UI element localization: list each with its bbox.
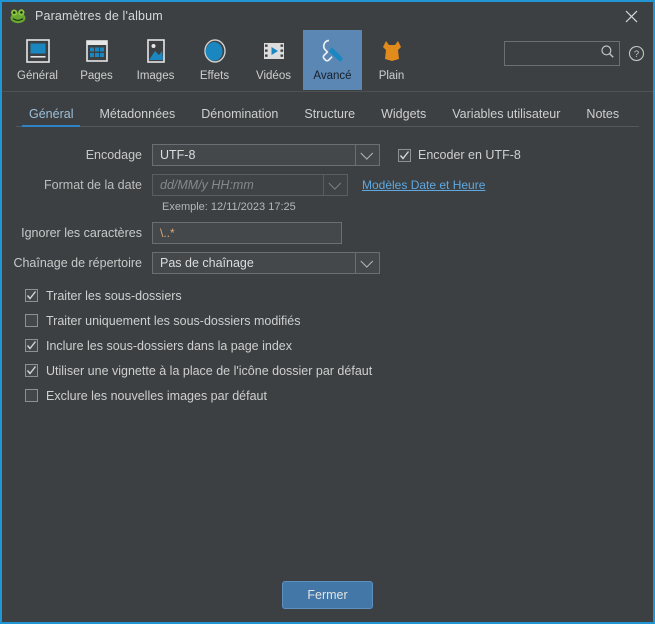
date-time-templates-link[interactable]: Modèles Date et Heure xyxy=(362,178,485,192)
checkbox-inclure-sous-dossiers-index[interactable]: Inclure les sous-dossiers dans la page i… xyxy=(25,333,653,358)
chevron-down-icon[interactable] xyxy=(355,253,379,273)
toolbar-item-label: Images xyxy=(136,70,175,82)
directory-chaining-row: Chaînage de répertoire Pas de chaînage xyxy=(2,252,653,274)
videos-icon xyxy=(259,35,289,67)
toolbar-item-videos[interactable]: Vidéos xyxy=(244,30,303,90)
chevron-down-icon[interactable] xyxy=(323,175,347,195)
ignore-chars-row: Ignorer les caractères \..* xyxy=(2,222,653,244)
tab-denomination[interactable]: Dénomination xyxy=(188,107,291,127)
tab-widgets[interactable]: Widgets xyxy=(368,107,439,127)
toolbar-item-label: Général xyxy=(17,70,58,82)
date-format-example: Exemple: 12/11/2023 17:25 xyxy=(162,201,296,213)
tab-metadonnees[interactable]: Métadonnées xyxy=(86,107,188,127)
checkbox-traiter-sous-dossiers[interactable]: Traiter les sous-dossiers xyxy=(25,283,653,308)
ignore-chars-label: Ignorer les caractères xyxy=(21,226,142,240)
search-input[interactable] xyxy=(511,47,600,60)
search-icon[interactable] xyxy=(600,44,615,64)
checkbox-box[interactable] xyxy=(25,289,38,302)
checkbox-box[interactable] xyxy=(25,314,38,327)
date-format-placeholder: dd/MM/y HH:mm xyxy=(160,178,254,192)
toolbar-item-pages[interactable]: Pages xyxy=(67,30,126,90)
checkbox-label: Inclure les sous-dossiers dans la page i… xyxy=(46,338,292,353)
date-format-label: Format de la date xyxy=(44,178,142,192)
wrench-icon xyxy=(318,35,348,67)
toolbar-item-plain[interactable]: Plain xyxy=(362,30,421,90)
main-toolbar: Général Pages Images Effets Vidéos Avanc… xyxy=(2,30,653,92)
checkbox-exclure-nouvelles-images[interactable]: Exclure les nouvelles images par défaut xyxy=(25,383,653,408)
close-icon[interactable] xyxy=(609,2,653,30)
checkbox-box[interactable] xyxy=(25,364,38,377)
settings-content-panel: Encodage UTF-8 Encoder en UTF-8 Format d… xyxy=(2,127,653,568)
checkbox-label: Traiter les sous-dossiers xyxy=(46,288,182,303)
dialog-footer: Fermer xyxy=(2,568,653,622)
encoding-label: Encodage xyxy=(85,148,142,162)
ignore-chars-input[interactable]: \..* xyxy=(152,222,342,244)
general-icon xyxy=(23,35,53,67)
toolbar-right-group: ? xyxy=(504,41,645,66)
checkbox-label: Encoder en UTF-8 xyxy=(418,148,521,162)
toolbar-item-label: Vidéos xyxy=(256,70,291,82)
close-button[interactable]: Fermer xyxy=(282,581,373,609)
search-box[interactable] xyxy=(504,41,620,66)
chevron-down-icon[interactable] xyxy=(355,145,379,165)
toolbar-item-label: Pages xyxy=(80,70,113,82)
svg-text:?: ? xyxy=(634,49,639,60)
toolbar-item-general[interactable]: Général xyxy=(8,30,67,90)
effects-icon xyxy=(200,35,230,67)
tab-structure[interactable]: Structure xyxy=(291,107,368,127)
encoding-value: UTF-8 xyxy=(160,148,196,162)
help-icon[interactable]: ? xyxy=(628,45,645,62)
toolbar-item-effects[interactable]: Effets xyxy=(185,30,244,90)
encode-utf8-checkbox[interactable]: Encoder en UTF-8 xyxy=(398,148,521,162)
album-settings-window: Paramètres de l'album Général Pages Imag… xyxy=(0,0,655,624)
settings-tab-bar: Général Métadonnées Dénomination Structu… xyxy=(2,92,653,127)
directory-chaining-combobox[interactable]: Pas de chaînage xyxy=(152,252,380,274)
toolbar-item-label: Avancé xyxy=(313,70,352,82)
directory-chaining-value: Pas de chaînage xyxy=(160,256,254,270)
checkbox-traiter-uniquement-modifies[interactable]: Traiter uniquement les sous-dossiers mod… xyxy=(25,308,653,333)
tab-general[interactable]: Général xyxy=(16,107,86,127)
date-format-combobox[interactable]: dd/MM/y HH:mm xyxy=(152,174,348,196)
encoding-row: Encodage UTF-8 Encoder en UTF-8 xyxy=(2,144,653,166)
options-checkbox-list: Traiter les sous-dossiers Traiter unique… xyxy=(2,283,653,408)
checkbox-box[interactable] xyxy=(398,148,411,162)
skin-icon xyxy=(377,35,407,67)
encoding-combobox[interactable]: UTF-8 xyxy=(152,144,380,166)
directory-chaining-label: Chaînage de répertoire xyxy=(13,256,142,270)
checkbox-box[interactable] xyxy=(25,389,38,402)
checkbox-label: Traiter uniquement les sous-dossiers mod… xyxy=(46,313,301,328)
toolbar-item-label: Effets xyxy=(199,70,230,82)
checkbox-label: Utiliser une vignette à la place de l'ic… xyxy=(46,363,373,378)
images-icon xyxy=(141,35,171,67)
tab-variables-utilisateur[interactable]: Variables utilisateur xyxy=(439,107,573,127)
title-bar: Paramètres de l'album xyxy=(2,2,653,30)
toolbar-item-label: Plain xyxy=(378,70,405,82)
checkbox-label: Exclure les nouvelles images par défaut xyxy=(46,388,267,403)
frog-logo-icon xyxy=(9,7,27,25)
checkbox-utiliser-vignette[interactable]: Utiliser une vignette à la place de l'ic… xyxy=(25,358,653,383)
pages-icon xyxy=(82,35,112,67)
checkbox-box[interactable] xyxy=(25,339,38,352)
window-title: Paramètres de l'album xyxy=(35,9,163,23)
date-format-row: Format de la date dd/MM/y HH:mm Modèles … xyxy=(2,174,653,196)
tab-notes[interactable]: Notes xyxy=(573,107,632,127)
toolbar-item-avance[interactable]: Avancé xyxy=(303,30,362,90)
toolbar-item-images[interactable]: Images xyxy=(126,30,185,90)
